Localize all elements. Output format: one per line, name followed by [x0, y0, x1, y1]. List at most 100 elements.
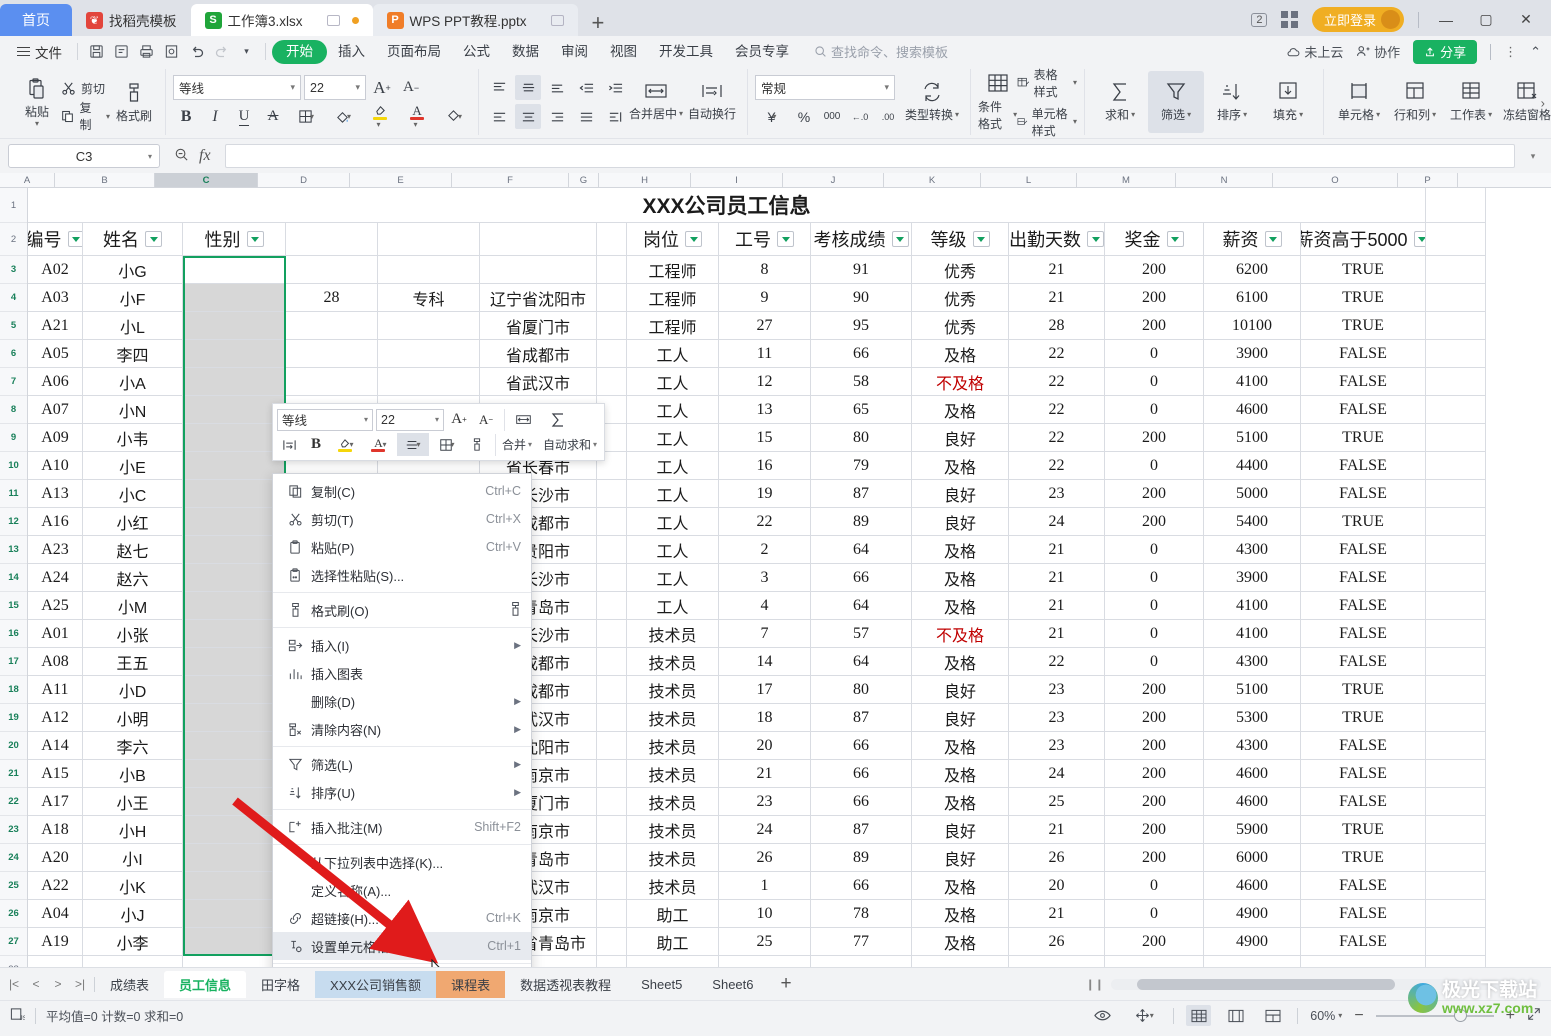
cell-B26[interactable]: 小J [83, 900, 183, 928]
cell-B25[interactable]: 小K [83, 872, 183, 900]
cell-C14[interactable] [183, 564, 286, 592]
cell-K25[interactable]: 及格 [912, 872, 1009, 900]
cell-G21[interactable] [597, 760, 627, 788]
cell-I12[interactable]: 22 [719, 508, 811, 536]
cell-J9[interactable]: 80 [811, 424, 912, 452]
cell-P21[interactable] [1426, 760, 1486, 788]
mini-font-size-select[interactable]: 22▾ [376, 409, 444, 431]
cell-P16[interactable] [1426, 620, 1486, 648]
cell-A4[interactable]: A03 [28, 284, 83, 312]
cell-O15[interactable]: FALSE [1301, 592, 1426, 620]
cell-C27[interactable] [183, 928, 286, 956]
cell-A24[interactable]: A20 [28, 844, 83, 872]
cell-O28[interactable] [1301, 956, 1426, 967]
cell-A23[interactable]: A18 [28, 816, 83, 844]
cell-B12[interactable]: 小红 [83, 508, 183, 536]
cell-M22[interactable]: 200 [1105, 788, 1204, 816]
row-header-8[interactable]: 8 [0, 396, 27, 424]
search-icon[interactable] [174, 147, 189, 165]
cell-L5[interactable]: 28 [1009, 312, 1105, 340]
row-header-27[interactable]: 27 [0, 928, 27, 956]
cell-H18[interactable]: 技术员 [627, 676, 719, 704]
cell-F4[interactable]: 辽宁省沈阳市 [480, 284, 597, 312]
cell-M24[interactable]: 200 [1105, 844, 1204, 872]
cell-M14[interactable]: 0 [1105, 564, 1204, 592]
filter-dropdown-icon[interactable] [68, 231, 84, 247]
cell-J26[interactable]: 78 [811, 900, 912, 928]
row-header-22[interactable]: 22 [0, 788, 27, 816]
font-color-icon[interactable]: A ▾ [400, 104, 434, 129]
cell-H14[interactable]: 工人 [627, 564, 719, 592]
cloud-status[interactable]: 未上云 [1286, 42, 1344, 61]
row-header-15[interactable]: 15 [0, 592, 27, 620]
cell-J4[interactable]: 90 [811, 284, 912, 312]
js-macro-icon[interactable]: JS [10, 1007, 25, 1025]
cell-I9[interactable]: 15 [719, 424, 811, 452]
redo-icon[interactable] [209, 41, 234, 63]
cell-I17[interactable]: 14 [719, 648, 811, 676]
currency-icon[interactable]: ¥▾ [755, 104, 789, 129]
mini-align-icon[interactable]: ▾ [397, 433, 429, 456]
expand-formula-bar-icon[interactable]: ▾ [1523, 151, 1543, 162]
cell-B20[interactable]: 李六 [83, 732, 183, 760]
cell-K16[interactable]: 不及格 [912, 620, 1009, 648]
cell-M18[interactable]: 200 [1105, 676, 1204, 704]
cell-I27[interactable]: 25 [719, 928, 811, 956]
align-left-icon[interactable] [486, 104, 512, 129]
cell-I14[interactable]: 3 [719, 564, 811, 592]
cell-J16[interactable]: 57 [811, 620, 912, 648]
cell-O8[interactable]: FALSE [1301, 396, 1426, 424]
cell-O11[interactable]: FALSE [1301, 480, 1426, 508]
cell-K28[interactable] [912, 956, 1009, 967]
cell-M12[interactable]: 200 [1105, 508, 1204, 536]
decrease-font-size-icon[interactable]: A − [398, 75, 424, 100]
cell-P22[interactable] [1426, 788, 1486, 816]
row-header-21[interactable]: 21 [0, 760, 27, 788]
column-header-N[interactable]: N [1176, 173, 1273, 187]
context-menu-item-0[interactable]: 复制(C)Ctrl+C [273, 477, 531, 505]
cell-L27[interactable]: 26 [1009, 928, 1105, 956]
percent-icon[interactable]: % [791, 104, 817, 129]
cell-H24[interactable]: 技术员 [627, 844, 719, 872]
cell-O10[interactable]: FALSE [1301, 452, 1426, 480]
cell-M19[interactable]: 200 [1105, 704, 1204, 732]
cell-A27[interactable]: A19 [28, 928, 83, 956]
wrap-text-button[interactable]: 自动换行 [684, 71, 740, 133]
increase-font-size-icon[interactable]: A + [369, 75, 395, 100]
cell-L22[interactable]: 25 [1009, 788, 1105, 816]
increase-decimal-icon[interactable]: ←.0 [847, 104, 873, 129]
cell-G14[interactable] [597, 564, 627, 592]
cell-E5[interactable] [378, 312, 480, 340]
cell-M5[interactable]: 200 [1105, 312, 1204, 340]
cell-H11[interactable]: 工人 [627, 480, 719, 508]
cell-L18[interactable]: 23 [1009, 676, 1105, 704]
cell-C16[interactable] [183, 620, 286, 648]
row-header-2[interactable]: 2 [0, 223, 27, 256]
cell-L15[interactable]: 21 [1009, 592, 1105, 620]
filter-dropdown-icon[interactable] [1087, 231, 1104, 247]
cell-A25[interactable]: A22 [28, 872, 83, 900]
cell-C8[interactable] [183, 396, 286, 424]
cell-J20[interactable]: 66 [811, 732, 912, 760]
row-header-11[interactable]: 11 [0, 480, 27, 508]
cell-N26[interactable]: 4900 [1204, 900, 1301, 928]
context-menu-item-3[interactable]: 选择性粘贴(S)... [273, 561, 531, 589]
mini-font-color-icon[interactable]: A ▾ [364, 433, 394, 456]
overflow-menu-icon[interactable]: ⋮ [1504, 44, 1517, 60]
cell-M8[interactable]: 0 [1105, 396, 1204, 424]
cell-H21[interactable]: 技术员 [627, 760, 719, 788]
mini-highlight-icon[interactable]: ▾ [331, 433, 361, 456]
filter-dropdown-icon[interactable] [145, 231, 162, 247]
cell-D6[interactable] [286, 340, 378, 368]
cell-G13[interactable] [597, 536, 627, 564]
cell-A10[interactable]: A10 [28, 452, 83, 480]
cell-C18[interactable] [183, 676, 286, 704]
cell-I7[interactable]: 12 [719, 368, 811, 396]
mini-wrap-text-icon[interactable] [277, 433, 301, 456]
cell-G22[interactable] [597, 788, 627, 816]
cell-L19[interactable]: 23 [1009, 704, 1105, 732]
header-cell-L[interactable]: 出勤天数 [1009, 223, 1105, 256]
column-header-K[interactable]: K [884, 173, 981, 187]
close-button[interactable]: ✕ [1513, 11, 1539, 28]
column-header-A[interactable]: A [0, 173, 55, 187]
